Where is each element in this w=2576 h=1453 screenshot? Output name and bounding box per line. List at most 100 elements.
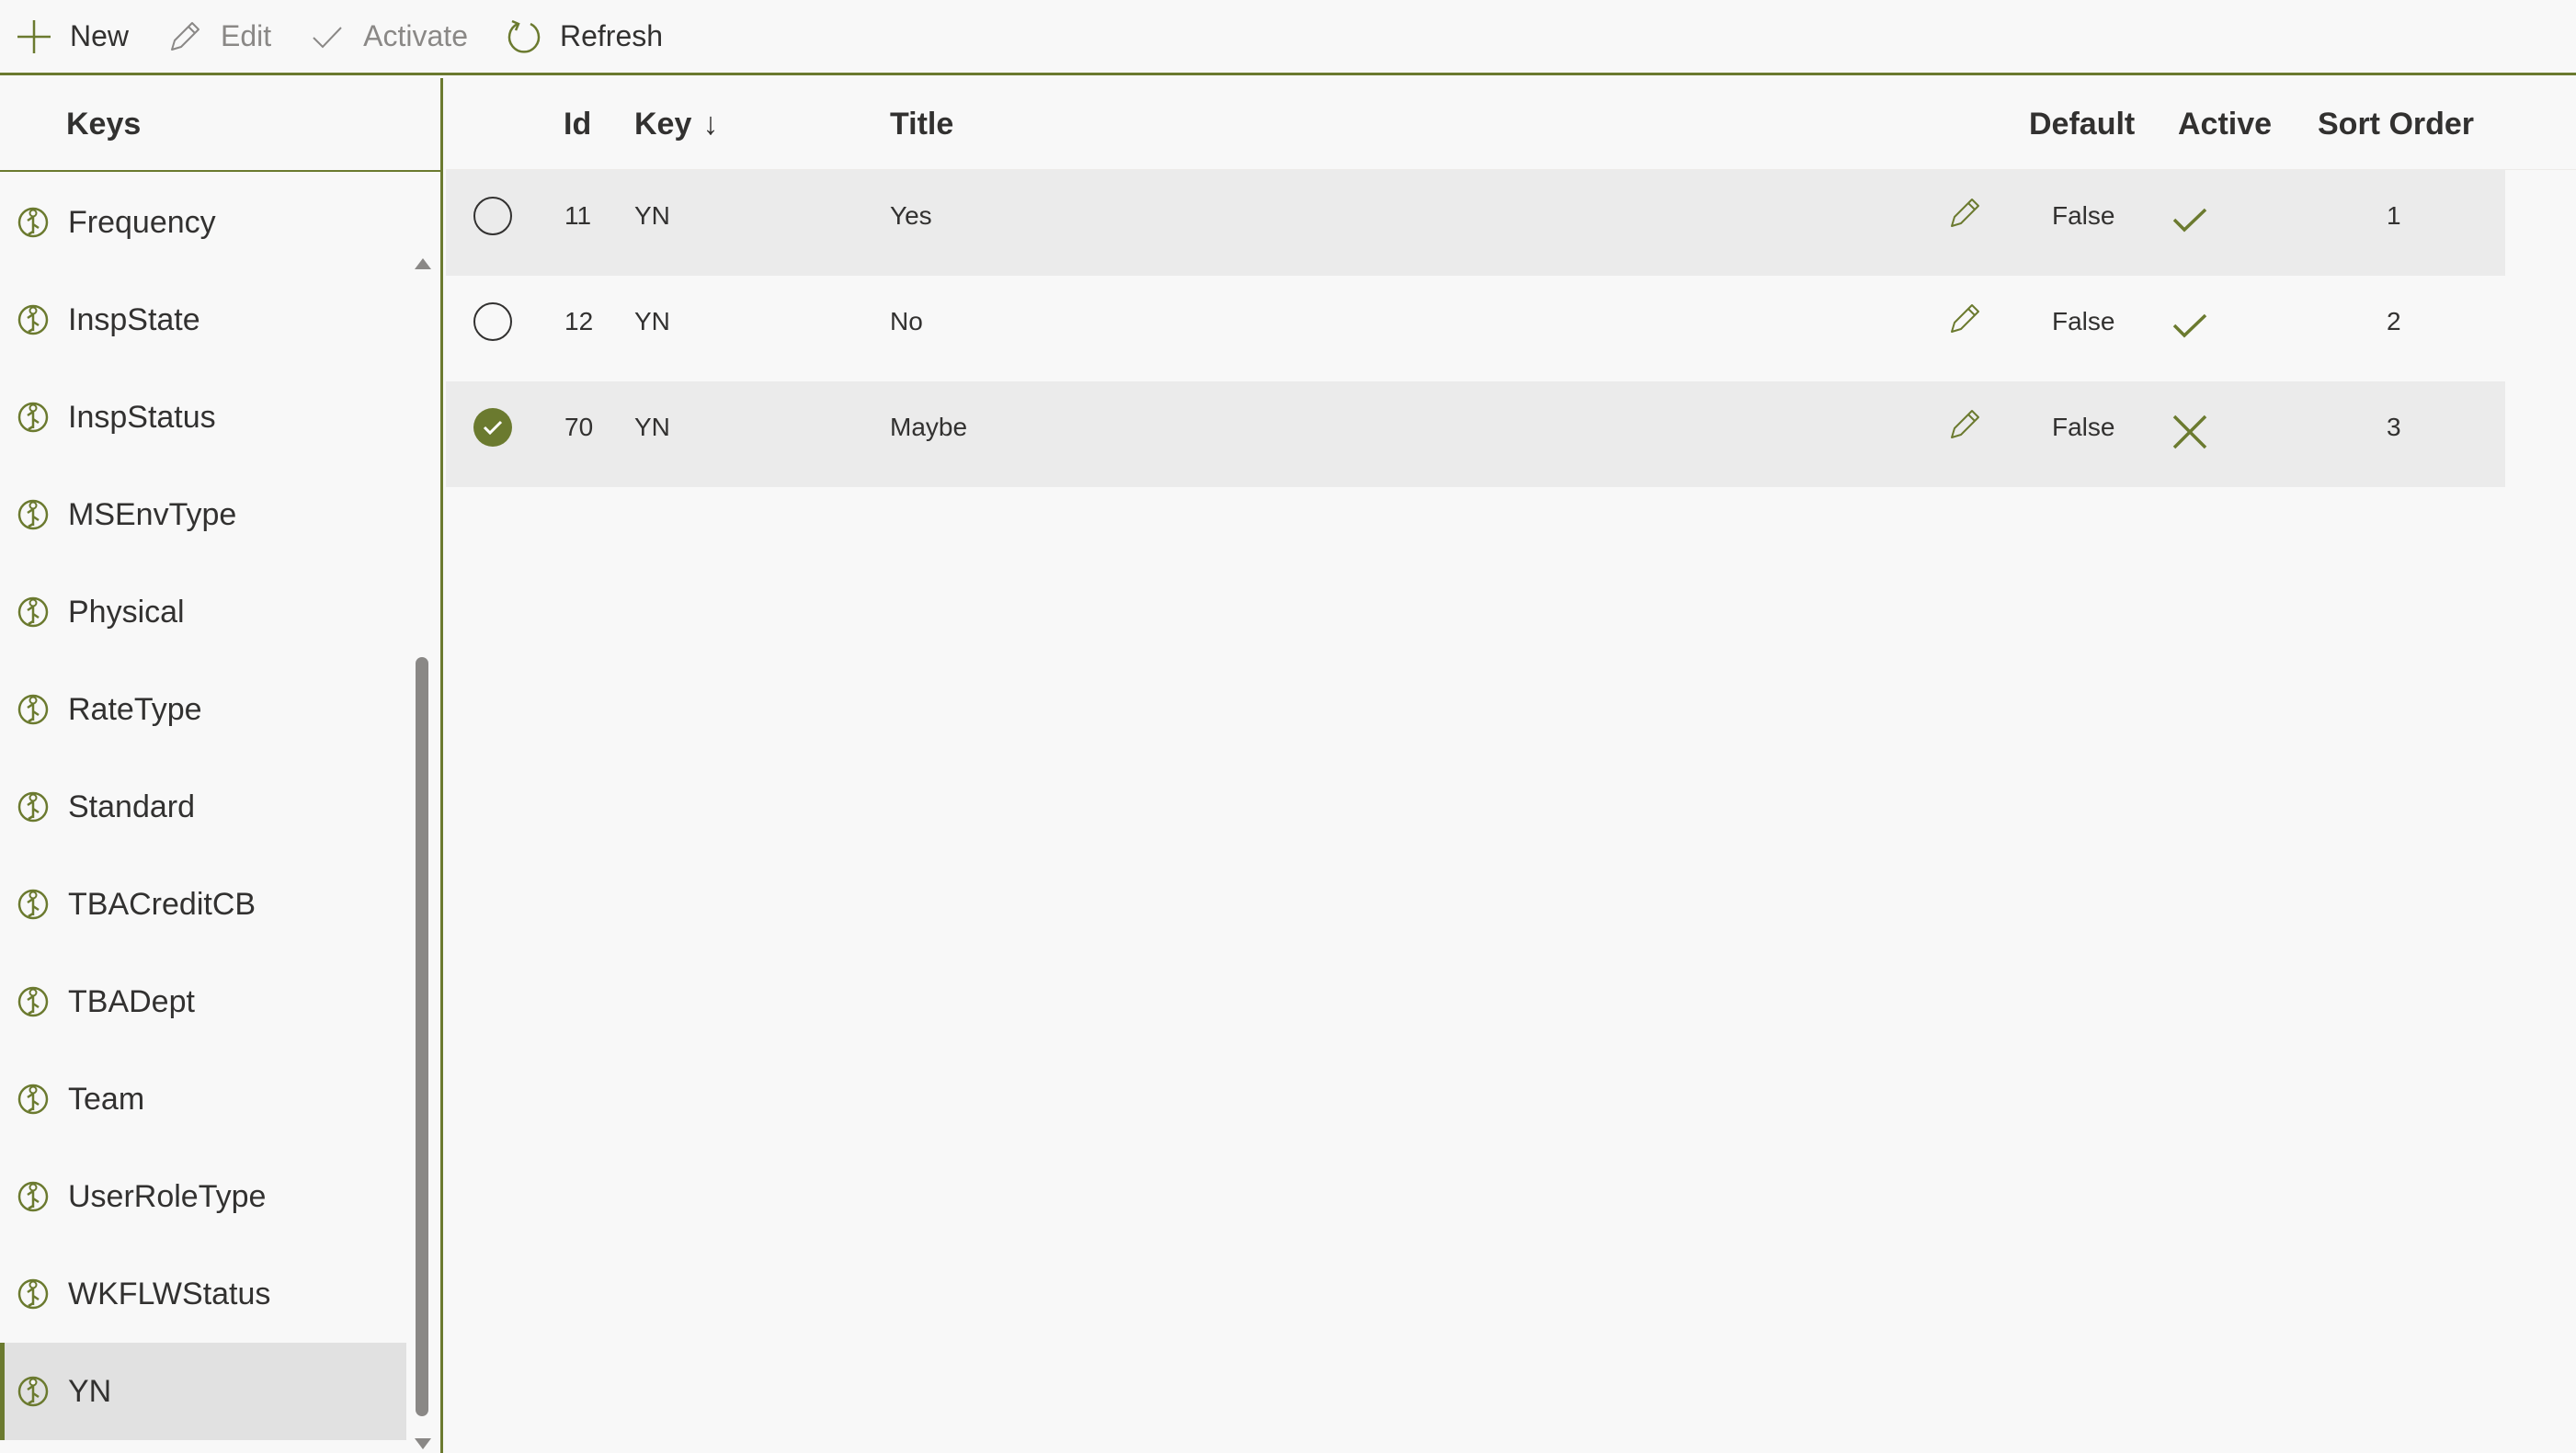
edit-button-label: Edit: [221, 19, 272, 52]
key-item-ratetype[interactable]: RateType: [0, 661, 406, 758]
key-icon: [15, 496, 51, 533]
cell-title: Maybe: [890, 413, 968, 441]
column-header-key[interactable]: Key ↓: [634, 78, 718, 170]
cell-id: 11: [564, 201, 592, 230]
column-header-title[interactable]: Title: [890, 78, 953, 170]
cell-key: YN: [634, 413, 670, 441]
key-item-label: TBADept: [68, 983, 195, 1019]
row-select-cell[interactable]: [473, 170, 512, 262]
key-item-standard[interactable]: Standard: [0, 758, 406, 856]
refresh-button-label: Refresh: [559, 19, 664, 52]
key-item-label: MSEnvType: [68, 496, 237, 532]
column-header-key-label: Key: [634, 106, 692, 142]
key-list: Frequency InspState InspStatus MSEnvType Phy…: [0, 174, 406, 1453]
app-window: New Edit Activate Refresh Keys Frequency…: [0, 0, 2576, 1453]
key-item-label: Frequency: [68, 204, 216, 240]
row-radio[interactable]: [473, 302, 512, 341]
cell-active: [2171, 177, 2208, 269]
key-item-inspstate[interactable]: InspState: [0, 271, 406, 369]
grid-rows: 11 YN Yes False 1 12 YN No False 2 70 YN Maybe False 3: [446, 170, 2505, 487]
key-item-label: InspStatus: [68, 399, 216, 435]
key-icon: [15, 399, 51, 436]
grid-header: Id Key ↓ Title Default Active Sort Order: [446, 78, 2576, 170]
key-item-tbacreditcb[interactable]: TBACreditCB: [0, 856, 406, 953]
row-select-cell[interactable]: [473, 276, 512, 368]
key-icon: [15, 983, 51, 1020]
new-button[interactable]: New: [13, 4, 129, 70]
activate-button-label: Activate: [363, 19, 468, 52]
row-radio[interactable]: [473, 197, 512, 235]
check-icon: [2171, 312, 2208, 346]
key-icon: [15, 1081, 51, 1118]
x-icon: [2171, 414, 2208, 457]
cell-id: 70: [564, 413, 594, 441]
pencil-icon: [1946, 195, 1983, 238]
pencil-icon: [1946, 406, 1983, 449]
scrollbar-thumb[interactable]: [416, 657, 428, 1416]
scroll-down-arrow[interactable]: [414, 1435, 432, 1453]
key-item-label: UserRoleType: [68, 1178, 267, 1214]
key-icon: [15, 301, 51, 338]
sort-descending-icon: ↓: [702, 106, 719, 142]
keys-header: Keys: [0, 78, 440, 172]
column-header-id[interactable]: Id: [564, 78, 591, 170]
refresh-button[interactable]: Refresh: [503, 4, 663, 70]
key-item-label: InspState: [68, 301, 200, 337]
keys-panel: Keys Frequency InspState InspStatus MSEnvTy…: [0, 78, 443, 1453]
plus-icon: [13, 16, 55, 58]
key-item-userroletype[interactable]: UserRoleType: [0, 1148, 406, 1245]
cell-active: [2171, 283, 2208, 375]
row-edit-button[interactable]: [1946, 381, 1983, 473]
command-bar: New Edit Activate Refresh: [0, 0, 2576, 75]
key-item-label: Standard: [68, 789, 195, 824]
key-item-yn[interactable]: YN: [0, 1343, 406, 1440]
key-list-scrollbar[interactable]: [412, 174, 434, 1453]
table-row[interactable]: 70 YN Maybe False 3: [446, 381, 2505, 487]
cell-default: False: [2052, 307, 2115, 335]
key-icon: [15, 886, 51, 923]
row-select-cell[interactable]: [473, 381, 512, 473]
column-header-active[interactable]: Active: [2178, 78, 2272, 170]
key-item-label: RateType: [68, 691, 202, 727]
edit-button[interactable]: Edit: [164, 4, 271, 70]
key-item-label: Physical: [68, 594, 185, 630]
key-item-label: WKFLWStatus: [68, 1276, 271, 1311]
cell-key: YN: [634, 201, 670, 230]
cell-sort-order: 1: [2387, 201, 2401, 230]
cell-sort-order: 2: [2387, 307, 2401, 335]
check-icon: [2171, 207, 2208, 241]
column-header-sort-order[interactable]: Sort Order: [2318, 78, 2474, 170]
cell-title: Yes: [890, 201, 932, 230]
data-grid: Id Key ↓ Title Default Active Sort Order…: [446, 78, 2576, 1453]
key-icon: [15, 1373, 51, 1410]
scroll-up-arrow[interactable]: [414, 255, 432, 273]
check-icon: [306, 16, 348, 58]
key-item-label: YN: [68, 1373, 112, 1409]
cell-id: 12: [564, 307, 594, 335]
table-row[interactable]: 12 YN No False 2: [446, 276, 2505, 381]
key-item-inspstatus[interactable]: InspStatus: [0, 369, 406, 466]
cell-default: False: [2052, 201, 2115, 230]
row-edit-button[interactable]: [1946, 170, 1983, 262]
column-header-default[interactable]: Default: [2029, 78, 2135, 170]
table-row[interactable]: 11 YN Yes False 1: [446, 170, 2505, 276]
key-item-frequency[interactable]: Frequency: [0, 174, 406, 271]
key-item-label: TBACreditCB: [68, 886, 256, 922]
key-item-team[interactable]: Team: [0, 1050, 406, 1148]
row-checked-radio[interactable]: [473, 408, 512, 447]
cell-key: YN: [634, 307, 670, 335]
key-icon: [15, 594, 51, 630]
key-icon: [15, 204, 51, 241]
key-item-wkflwstatus[interactable]: WKFLWStatus: [0, 1245, 406, 1343]
key-item-msenvtype[interactable]: MSEnvType: [0, 466, 406, 563]
activate-button[interactable]: Activate: [306, 4, 468, 70]
row-edit-button[interactable]: [1946, 276, 1983, 368]
key-icon: [15, 1276, 51, 1312]
key-icon: [15, 691, 51, 728]
pencil-icon: [164, 16, 206, 58]
new-button-label: New: [70, 19, 130, 52]
key-item-physical[interactable]: Physical: [0, 563, 406, 661]
key-icon: [15, 789, 51, 825]
key-item-tbadept[interactable]: TBADept: [0, 953, 406, 1050]
refresh-icon: [503, 16, 545, 58]
